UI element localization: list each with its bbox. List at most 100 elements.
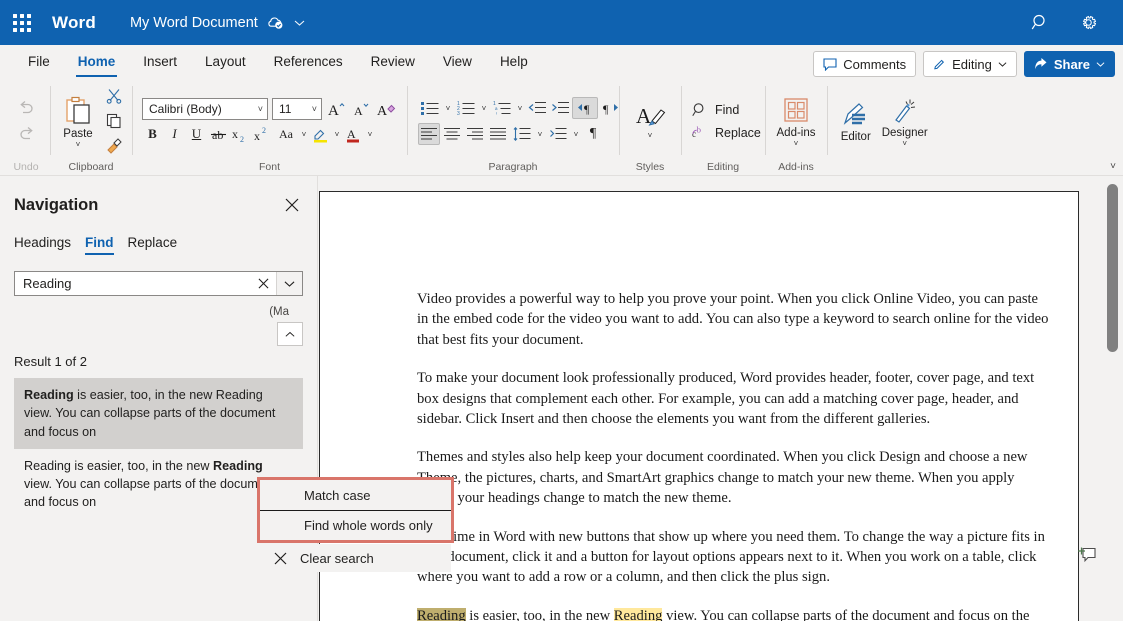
font-family-combobox[interactable]: Calibri (Body) ˅ xyxy=(142,98,268,120)
navigation-header: Navigation xyxy=(14,176,303,216)
app-name: Word xyxy=(52,13,96,33)
tab-view[interactable]: View xyxy=(429,45,486,79)
editing-mode-button[interactable]: Editing xyxy=(923,51,1017,77)
gear-icon[interactable] xyxy=(1077,12,1099,34)
decrease-indent-icon[interactable] xyxy=(526,97,548,119)
chevron-down-icon[interactable]: ˅ xyxy=(479,104,489,113)
increase-font-size-icon[interactable]: A xyxy=(326,98,347,119)
chevron-down-icon xyxy=(1096,61,1105,68)
numbered-list-icon[interactable]: 123 xyxy=(454,97,478,119)
chevron-down-icon[interactable]: ˅ xyxy=(299,130,309,139)
line-spacing-icon[interactable] xyxy=(510,123,534,145)
main-area: Navigation Headings Find Replace (Ma xyxy=(0,176,1123,621)
designer-button[interactable]: Designer ˅ xyxy=(880,95,930,148)
add-comment-icon[interactable] xyxy=(1078,546,1097,564)
app-launcher-icon[interactable] xyxy=(0,14,44,32)
result-post-text: view. You can collapse parts of the docu… xyxy=(24,477,275,509)
search-icon[interactable] xyxy=(1029,12,1051,34)
autosave-cloud-icon[interactable] xyxy=(267,15,284,30)
document-title-chevron-down-icon[interactable] xyxy=(294,19,305,27)
scissors-icon[interactable] xyxy=(103,85,125,107)
strikethrough-icon[interactable]: ab xyxy=(208,124,229,145)
close-icon[interactable] xyxy=(281,194,303,216)
search-box[interactable] xyxy=(14,271,303,296)
tab-references[interactable]: References xyxy=(260,45,357,79)
svg-text:A: A xyxy=(377,104,388,117)
navigation-title: Navigation xyxy=(14,196,98,215)
tab-help[interactable]: Help xyxy=(486,45,542,79)
font-color-icon[interactable]: A xyxy=(343,124,364,145)
undo-arrow-icon[interactable] xyxy=(15,97,37,119)
search-options-chevron-down-icon[interactable] xyxy=(276,272,302,295)
ribbon-group-editing: Find cb Replace Editing xyxy=(681,79,765,175)
text-highlight-icon[interactable] xyxy=(310,124,331,145)
nav-tab-headings[interactable]: Headings xyxy=(14,235,71,255)
styles-icon: A xyxy=(634,104,666,131)
chevron-down-icon[interactable]: ˅ xyxy=(535,130,545,139)
search-input[interactable] xyxy=(15,272,250,295)
nav-tab-find[interactable]: Find xyxy=(85,235,114,255)
change-case-button[interactable]: Aa xyxy=(274,124,298,145)
previous-result-chevron-up-icon[interactable] xyxy=(277,322,303,346)
chevron-down-icon[interactable]: ˅ xyxy=(443,104,453,113)
chevron-down-icon[interactable]: ˅ xyxy=(902,140,907,148)
redo-arrow-icon[interactable] xyxy=(15,123,37,145)
add-ins-button[interactable]: Add-ins ˅ xyxy=(772,95,820,148)
superscript-icon[interactable]: x2 xyxy=(252,124,273,145)
menu-item-match-case[interactable]: Match case xyxy=(260,480,451,510)
align-right-icon[interactable] xyxy=(464,123,486,145)
font-size-combobox[interactable]: 11 ˅ xyxy=(272,98,322,120)
multilevel-list-icon[interactable]: 1ai xyxy=(490,97,514,119)
format-painter-icon[interactable] xyxy=(103,135,125,157)
tab-layout[interactable]: Layout xyxy=(191,45,260,79)
copy-icon[interactable] xyxy=(103,110,125,132)
chevron-down-icon[interactable]: ˅ xyxy=(571,130,581,139)
clear-formatting-icon[interactable]: A xyxy=(376,98,397,119)
paragraph-spacing-icon[interactable] xyxy=(546,123,570,145)
chevron-down-icon[interactable]: ˅ xyxy=(794,140,799,148)
bold-button[interactable]: B xyxy=(142,124,163,145)
chevron-down-icon[interactable]: ˅ xyxy=(648,132,653,140)
share-button[interactable]: Share xyxy=(1024,51,1115,77)
left-to-right-text-icon[interactable]: ¶ xyxy=(572,97,598,119)
decrease-font-size-icon[interactable]: A xyxy=(351,98,372,119)
align-center-icon[interactable] xyxy=(441,123,463,145)
find-button[interactable]: Find xyxy=(692,102,739,118)
tab-review[interactable]: Review xyxy=(357,45,429,79)
italic-button[interactable]: I xyxy=(164,124,185,145)
comments-button[interactable]: Comments xyxy=(813,51,916,77)
menu-item-find-whole-words-only[interactable]: Find whole words only xyxy=(260,510,451,540)
show-formatting-marks-icon[interactable]: ¶ xyxy=(582,123,604,145)
chevron-down-icon[interactable]: ˅ xyxy=(515,104,525,113)
ribbon-right-actions: Comments Editing Share xyxy=(813,51,1115,77)
menu-item-clear-search[interactable]: Clear search xyxy=(260,544,451,572)
vertical-scrollbar[interactable] xyxy=(1107,178,1118,621)
bulleted-list-icon[interactable] xyxy=(418,97,442,119)
chevron-down-icon[interactable]: ˅ xyxy=(312,104,317,114)
collapse-ribbon-chevron-down-icon[interactable]: ˅ xyxy=(1110,161,1116,172)
paste-button[interactable]: Paste ˅ xyxy=(57,94,99,149)
scrollbar-thumb[interactable] xyxy=(1107,184,1118,352)
subscript-icon[interactable]: x2 xyxy=(230,124,251,145)
underline-button[interactable]: U xyxy=(186,124,207,145)
font-family-value: Calibri (Body) xyxy=(149,102,222,116)
tab-home[interactable]: Home xyxy=(64,45,130,79)
clear-search-close-icon[interactable] xyxy=(250,272,276,295)
styles-button[interactable]: A ˅ xyxy=(626,102,674,140)
chevron-down-icon[interactable]: ˅ xyxy=(258,104,263,114)
pencil-icon xyxy=(933,58,946,71)
nav-tab-replace[interactable]: Replace xyxy=(128,235,178,255)
replace-button[interactable]: cb Replace xyxy=(692,125,761,141)
list-item[interactable]: Reading is easier, too, in the new Readi… xyxy=(14,378,303,449)
align-left-icon[interactable] xyxy=(418,123,440,145)
tab-file[interactable]: File xyxy=(14,45,64,79)
chevron-down-icon[interactable]: ˅ xyxy=(76,141,81,149)
chevron-down-icon[interactable]: ˅ xyxy=(365,130,375,139)
document-title[interactable]: My Word Document xyxy=(130,15,258,31)
paragraph-run: To make your document look professionall… xyxy=(417,370,1034,427)
chevron-down-icon[interactable]: ˅ xyxy=(332,130,342,139)
tab-insert[interactable]: Insert xyxy=(129,45,191,79)
justify-icon[interactable] xyxy=(487,123,509,145)
increase-indent-icon[interactable] xyxy=(549,97,571,119)
editor-button[interactable]: Editor xyxy=(834,99,878,143)
